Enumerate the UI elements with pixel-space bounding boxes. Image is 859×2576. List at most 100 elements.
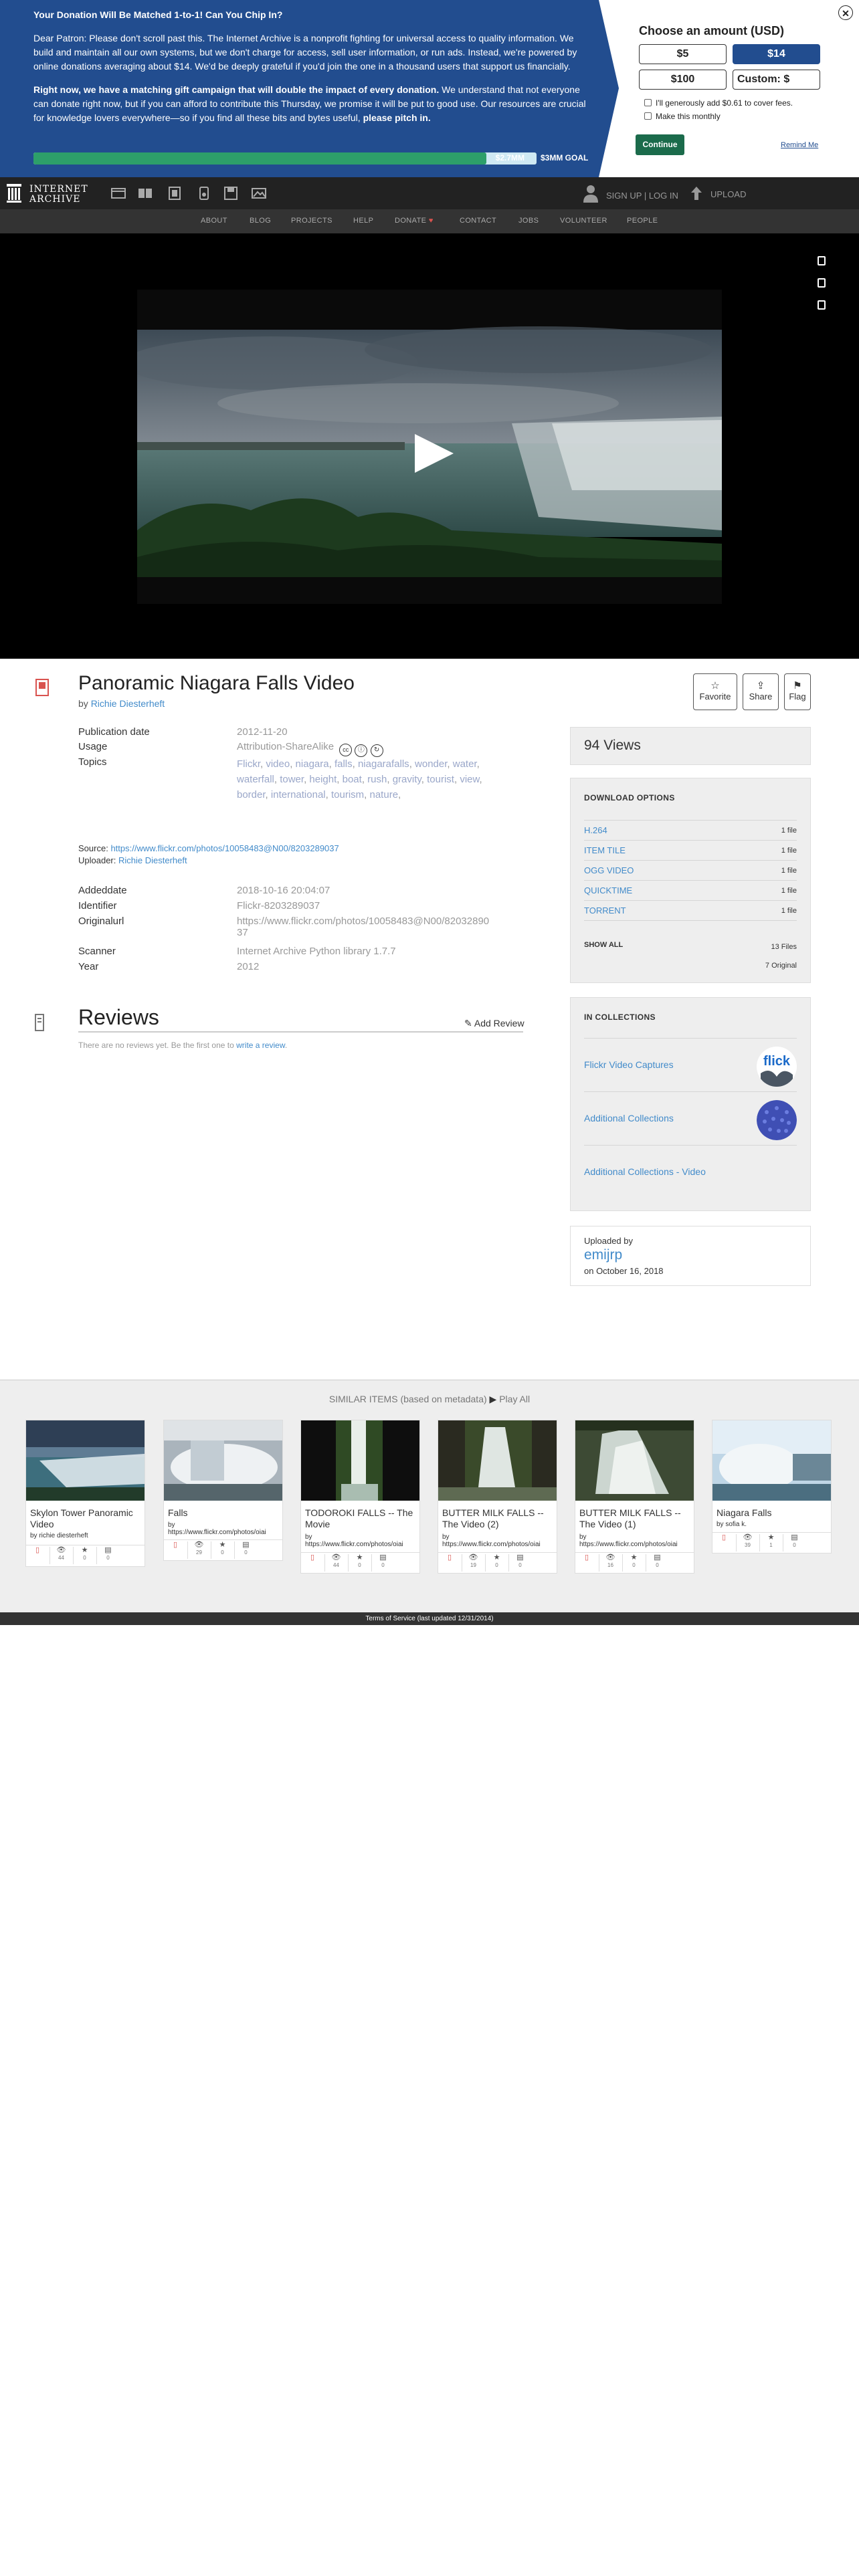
year-value[interactable]: 2012 — [237, 961, 259, 972]
item-thumbnail[interactable] — [438, 1420, 557, 1501]
subnav-volunteer[interactable]: VOLUNTEER — [560, 217, 607, 225]
software-icon[interactable] — [222, 185, 240, 201]
play-icon[interactable] — [415, 434, 454, 473]
item-title[interactable]: Falls — [168, 1507, 280, 1519]
monthly-checkbox[interactable]: Make this monthly — [644, 112, 721, 121]
download-format-link[interactable]: TORRENT — [584, 905, 626, 916]
item-title[interactable]: TODOROKI FALLS -- The Movie — [305, 1507, 417, 1530]
audio-icon[interactable] — [195, 185, 213, 201]
flickr-logo-thumb[interactable]: flick — [757, 1047, 797, 1087]
author-link[interactable]: Richie Diesterheft — [91, 698, 165, 709]
collection-row[interactable]: Flickr Video Captures flick — [584, 1038, 797, 1091]
source-link[interactable]: https://www.flickr.com/photos/10058483@N… — [110, 843, 339, 853]
topic-link[interactable]: Flickr — [237, 758, 260, 770]
web-icon[interactable] — [110, 185, 127, 201]
player-sidebar-icon-3[interactable] — [818, 300, 826, 310]
collection-link[interactable]: Flickr Video Captures — [584, 1059, 674, 1070]
originalurl-link-cont[interactable]: 37 — [237, 927, 248, 938]
additional-collections-thumb[interactable] — [757, 1100, 797, 1140]
amount-100-button[interactable]: $100 — [639, 70, 727, 90]
publication-date-value[interactable]: 2012-11-20 — [237, 726, 288, 738]
remind-me-link[interactable]: Remind Me — [781, 141, 818, 149]
collection-row[interactable]: Additional Collections — [584, 1091, 797, 1145]
item-title[interactable]: Skylon Tower Panoramic Video — [30, 1507, 142, 1530]
subnav-jobs[interactable]: JOBS — [518, 217, 539, 225]
video-icon[interactable] — [166, 185, 183, 201]
uploader-link[interactable]: Richie Diesterheft — [118, 855, 187, 865]
download-format-link[interactable]: ITEM TILE — [584, 845, 626, 855]
upload-link[interactable]: UPLOAD — [689, 185, 763, 201]
license-link[interactable]: Attribution-ShareAlike — [237, 741, 334, 752]
write-review-link[interactable]: write a review — [236, 1041, 285, 1050]
topic-link[interactable]: falls — [335, 758, 353, 770]
signup-login-link[interactable]: SIGN UP | LOG IN — [582, 183, 682, 205]
continue-button[interactable]: Continue — [636, 134, 684, 155]
download-format-link[interactable]: QUICKTIME — [584, 885, 632, 895]
cover-fees-checkbox[interactable]: I'll generously add $0.61 to cover fees. — [644, 98, 793, 108]
topic-link[interactable]: international — [271, 789, 326, 800]
topic-link[interactable]: boat — [343, 774, 362, 785]
player-sidebar-icon-1[interactable] — [818, 256, 826, 265]
topic-link[interactable]: border — [237, 789, 266, 800]
item-thumbnail[interactable] — [164, 1420, 282, 1501]
subnav-contact[interactable]: CONTACT — [460, 217, 496, 225]
similar-item-card[interactable]: BUTTER MILK FALLS -- The Video (2) by ht… — [438, 1420, 557, 1574]
topic-link[interactable]: tourism — [331, 789, 364, 800]
download-row[interactable]: QUICKTIME 1 file — [584, 880, 797, 900]
checkbox-icon[interactable] — [644, 112, 652, 120]
topic-link[interactable]: niagarafalls — [358, 758, 409, 770]
topic-link[interactable]: rush — [367, 774, 387, 785]
topic-link[interactable]: wonder — [415, 758, 447, 770]
similar-item-card[interactable]: BUTTER MILK FALLS -- The Video (1) by ht… — [575, 1420, 694, 1574]
similar-item-card[interactable]: Skylon Tower Panoramic Video by richie d… — [25, 1420, 145, 1567]
subnav-projects[interactable]: PROJECTS — [291, 217, 332, 225]
images-icon[interactable] — [250, 185, 268, 201]
texts-icon[interactable] — [136, 185, 154, 201]
subnav-people[interactable]: PEOPLE — [627, 217, 658, 225]
topic-link[interactable]: height — [309, 774, 337, 785]
collection-row[interactable]: Additional Collections - Video — [584, 1145, 797, 1198]
play-all-link[interactable]: ▶ Play All — [490, 1394, 531, 1404]
topic-link[interactable]: tower — [280, 774, 304, 785]
amount-5-button[interactable]: $5 — [639, 44, 727, 64]
show-all-link[interactable]: SHOW ALL — [584, 941, 623, 949]
amount-14-button[interactable]: $14 — [733, 44, 820, 64]
download-row[interactable]: ITEM TILE 1 file — [584, 840, 797, 860]
player-sidebar-icon-2[interactable] — [818, 278, 826, 288]
topic-link[interactable]: waterfall — [237, 774, 274, 785]
item-thumbnail[interactable] — [26, 1420, 145, 1501]
download-row[interactable]: OGG VIDEO 1 file — [584, 860, 797, 880]
topic-link[interactable]: view — [460, 774, 479, 785]
similar-item-card[interactable]: Falls by https://www.flickr.com/photos/o… — [163, 1420, 283, 1561]
topic-link[interactable]: tourist — [427, 774, 454, 785]
internet-archive-logo[interactable]: INTERNET ARCHIVE — [7, 183, 100, 205]
share-button[interactable]: ⇪ Share — [743, 673, 779, 710]
item-title[interactable]: BUTTER MILK FALLS -- The Video (1) — [579, 1507, 691, 1530]
favorite-button[interactable]: ☆ Favorite — [693, 673, 737, 710]
topic-link[interactable]: video — [266, 758, 290, 770]
download-row[interactable]: H.264 1 file — [584, 820, 797, 840]
video-player[interactable] — [0, 233, 859, 659]
uploaded-by-user-link[interactable]: emijrp — [584, 1247, 622, 1263]
checkbox-icon[interactable] — [644, 99, 652, 106]
collection-link[interactable]: Additional Collections — [584, 1113, 674, 1123]
topic-link[interactable]: niagara — [296, 758, 329, 770]
publication-date-link[interactable]: 2012-11-20 — [237, 726, 288, 738]
subnav-help[interactable]: HELP — [353, 217, 373, 225]
item-title[interactable]: BUTTER MILK FALLS -- The Video (2) — [442, 1507, 554, 1530]
close-icon[interactable]: ✕ — [838, 5, 853, 20]
custom-amount-input[interactable]: Custom: $ — [733, 70, 820, 90]
year-link[interactable]: 2012 — [237, 961, 259, 972]
topic-link[interactable]: nature — [370, 789, 399, 800]
topic-link[interactable]: water — [453, 758, 477, 770]
subnav-about[interactable]: ABOUT — [201, 217, 227, 225]
originalurl-value[interactable]: https://www.flickr.com/photos/10058483@N… — [237, 916, 489, 938]
subnav-blog[interactable]: BLOG — [250, 217, 271, 225]
download-row[interactable]: TORRENT 1 file — [584, 900, 797, 920]
item-thumbnail[interactable] — [575, 1420, 694, 1501]
item-thumbnail[interactable] — [712, 1420, 831, 1501]
subnav-donate[interactable]: DONATE ♥ — [395, 217, 434, 225]
originalurl-link[interactable]: https://www.flickr.com/photos/10058483@N… — [237, 916, 489, 927]
flag-button[interactable]: ⚑ Flag — [784, 673, 811, 710]
collection-link[interactable]: Additional Collections - Video — [584, 1166, 706, 1177]
